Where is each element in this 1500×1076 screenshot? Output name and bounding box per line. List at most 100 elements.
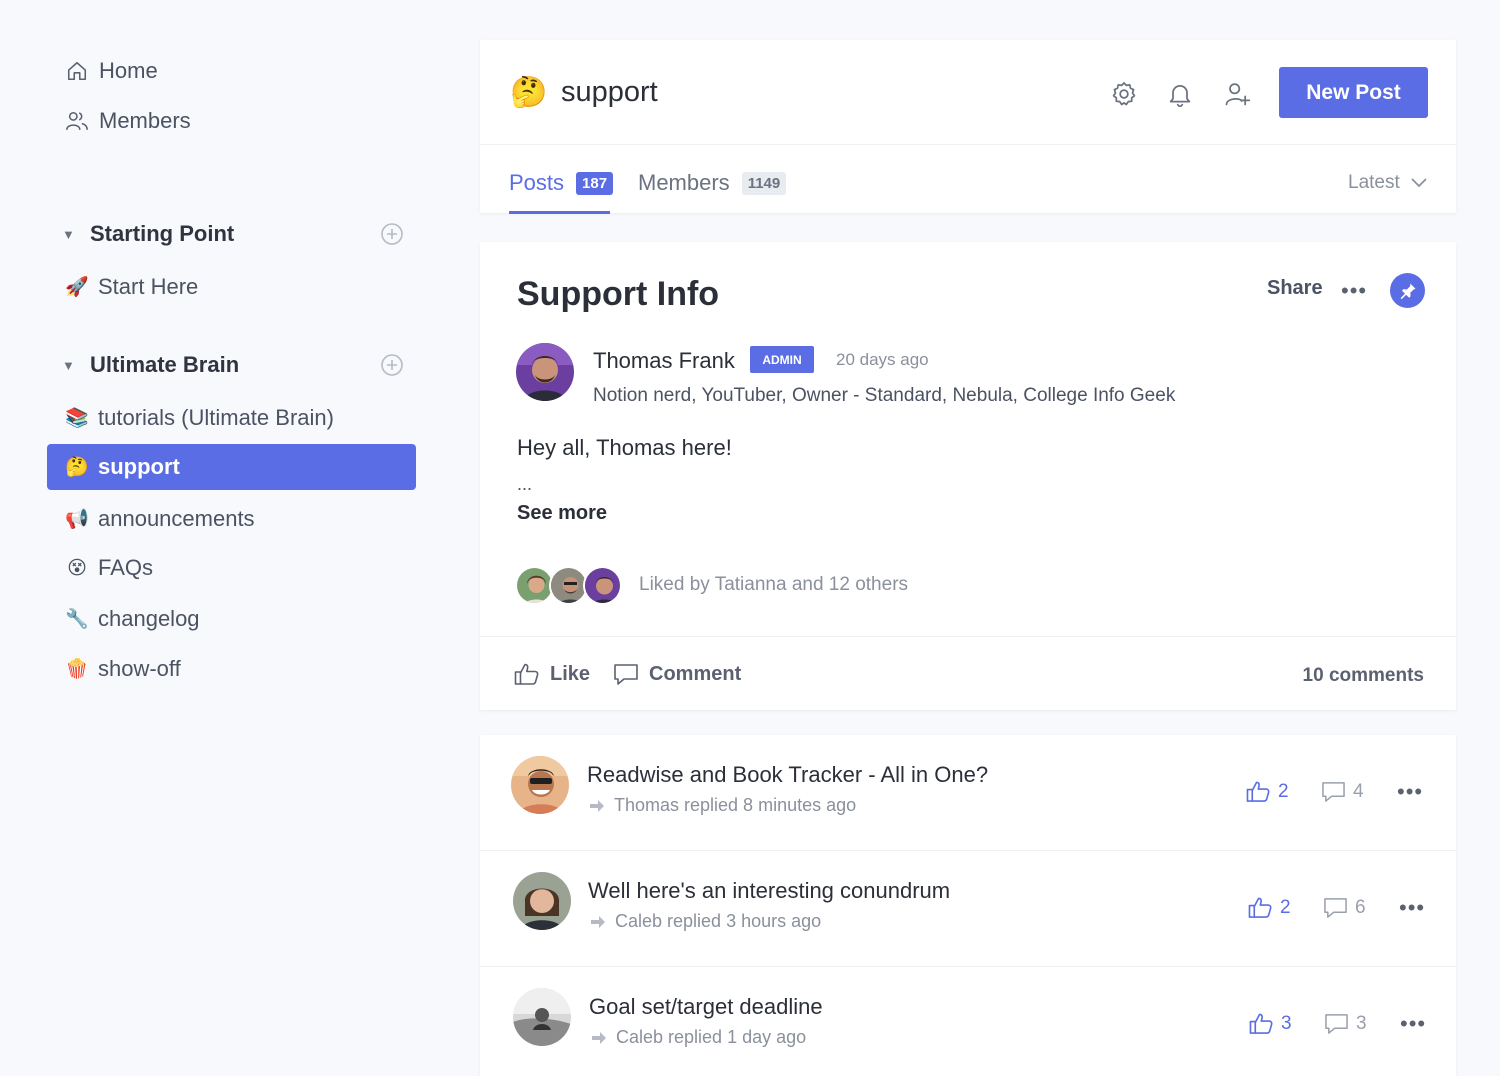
comment-button[interactable]: Comment (613, 662, 741, 686)
gear-icon[interactable] (1110, 80, 1138, 108)
sidebar-item-tutorials[interactable]: 📚 tutorials (Ultimate Brain) (47, 395, 416, 441)
sidebar-item-faqs[interactable]: 😵 FAQs (47, 545, 416, 591)
thread-list: Readwise and Book Tracker - All in One? … (480, 735, 1456, 1076)
post-title[interactable]: Support Info (517, 275, 719, 314)
thinking-face-icon: 🤔 (510, 75, 548, 110)
tab-posts[interactable]: Posts 187 (509, 170, 614, 196)
wrench-icon: 🔧 (65, 608, 89, 630)
sidebar-item-label: show-off (98, 656, 181, 681)
tab-members[interactable]: Members 1149 (638, 170, 787, 196)
caret-down-icon: ▼ (62, 226, 75, 242)
sidebar-item-label: tutorials (Ultimate Brain) (98, 405, 334, 430)
new-post-button[interactable]: New Post (1279, 67, 1428, 118)
share-button[interactable]: Share (1267, 277, 1323, 300)
books-icon: 📚 (65, 407, 89, 429)
avatar[interactable] (511, 756, 569, 814)
popcorn-icon: 🍿 (65, 658, 89, 680)
reply-arrow-icon (590, 799, 604, 812)
avatar[interactable] (513, 988, 571, 1046)
liked-by-text[interactable]: Liked by Tatianna and 12 others (639, 574, 908, 596)
count-badge: 187 (576, 171, 614, 195)
sidebar-item-label: Home (99, 58, 158, 83)
sidebar-item-start-here[interactable]: 🚀 Start Here (47, 264, 416, 310)
thread-comment-button[interactable]: 3 (1324, 1012, 1367, 1035)
avatar[interactable] (513, 872, 571, 930)
reply-arrow-icon (591, 915, 605, 928)
author-bio: Notion nerd, YouTuber, Owner - Standard,… (593, 385, 1176, 406)
sidebar-item-changelog[interactable]: 🔧 changelog (47, 596, 416, 642)
more-options-icon[interactable]: ••• (1400, 1011, 1426, 1037)
sidebar-item-label: Members (99, 108, 191, 133)
thread-subtitle: Thomas replied 8 minutes ago (590, 795, 856, 816)
sort-label: Latest (1348, 172, 1400, 193)
count-badge: 1149 (741, 171, 787, 195)
comment-label: Comment (649, 662, 742, 685)
sidebar-item-home[interactable]: Home (47, 48, 416, 94)
more-options-icon[interactable]: ••• (1397, 779, 1423, 805)
thread-title[interactable]: Readwise and Book Tracker - All in One? (587, 762, 988, 788)
like-count: 3 (1281, 1012, 1292, 1034)
more-options-icon[interactable]: ••• (1341, 278, 1367, 304)
bell-icon[interactable] (1166, 80, 1194, 108)
post-ellipsis: ... (517, 474, 533, 494)
see-more-link[interactable]: See more (517, 502, 607, 525)
sidebar-item-label: Start Here (98, 274, 199, 299)
sidebar-item-label: changelog (98, 606, 200, 631)
sort-dropdown[interactable]: Latest (1348, 172, 1428, 194)
sidebar: Home Members ▼ Starting Point 🚀 Start He… (0, 0, 440, 1076)
author-name[interactable]: Thomas Frank (593, 348, 735, 374)
tab-label: Posts (509, 170, 565, 195)
sidebar-item-show-off[interactable]: 🍿 show-off (47, 646, 416, 692)
pinned-post-card: Support Info Share ••• Thomas Frank ADMI… (480, 242, 1456, 710)
sidebar-group-title: Ultimate Brain (90, 352, 240, 377)
thread-title[interactable]: Well here's an interesting conundrum (588, 878, 950, 904)
thinking-face-icon: 🤔 (65, 456, 89, 478)
page-title: support (561, 76, 658, 108)
post-actions: Like Comment 10 comments (480, 636, 1456, 710)
home-icon (65, 59, 89, 83)
list-item[interactable]: Well here's an interesting conundrum Cal… (480, 851, 1456, 967)
pin-icon[interactable] (1390, 273, 1425, 308)
tab-label: Members (638, 170, 730, 195)
sidebar-item-support[interactable]: 🤔 support (47, 444, 416, 490)
comment-count-link[interactable]: 10 comments (1303, 665, 1424, 687)
thread-reply-text: Caleb replied 1 day ago (616, 1027, 807, 1047)
rocket-icon: 🚀 (65, 276, 89, 298)
like-button[interactable]: Like (514, 662, 590, 686)
admin-badge: ADMIN (750, 346, 814, 373)
sidebar-group-ultimate-brain[interactable]: ▼ Ultimate Brain (62, 345, 412, 385)
comment-count: 3 (1356, 1012, 1367, 1034)
comment-count: 6 (1355, 896, 1366, 918)
thread-reply-text: Caleb replied 3 hours ago (615, 911, 822, 931)
sidebar-item-members[interactable]: Members (47, 98, 416, 144)
avatar (583, 566, 622, 605)
post-body: Hey all, Thomas here! (517, 435, 732, 460)
thread-comment-button[interactable]: 4 (1321, 780, 1364, 803)
thread-comment-button[interactable]: 6 (1323, 896, 1366, 919)
like-count: 2 (1280, 896, 1291, 918)
space-header-top: 🤔 support New Post (480, 40, 1456, 145)
megaphone-icon: 📢 (65, 508, 89, 530)
sidebar-item-announcements[interactable]: 📢 announcements (47, 496, 416, 542)
sidebar-group-starting-point[interactable]: ▼ Starting Point (62, 214, 412, 254)
author-avatar[interactable] (516, 343, 574, 401)
sidebar-item-label: announcements (98, 506, 255, 531)
thread-like-button[interactable]: 3 (1249, 1012, 1292, 1035)
list-item[interactable]: Readwise and Book Tracker - All in One? … (480, 735, 1456, 851)
thread-title[interactable]: Goal set/target deadline (589, 994, 823, 1020)
list-item[interactable]: Goal set/target deadline Caleb replied 1… (480, 967, 1456, 1076)
chevron-down-icon (1410, 177, 1428, 189)
liker-avatars[interactable] (515, 566, 625, 606)
post-timestamp: 20 days ago (836, 350, 929, 369)
add-circle-icon[interactable] (380, 353, 404, 377)
thread-like-button[interactable]: 2 (1248, 896, 1291, 919)
add-circle-icon[interactable] (380, 222, 404, 246)
sidebar-group-title: Starting Point (90, 221, 235, 246)
more-options-icon[interactable]: ••• (1399, 895, 1425, 921)
dizzy-face-icon: 😵 (67, 557, 87, 579)
caret-down-icon: ▼ (62, 357, 75, 373)
members-icon (65, 109, 89, 133)
thread-like-button[interactable]: 2 (1246, 780, 1289, 803)
add-user-icon[interactable] (1223, 80, 1251, 108)
sidebar-item-label: FAQs (98, 555, 154, 580)
